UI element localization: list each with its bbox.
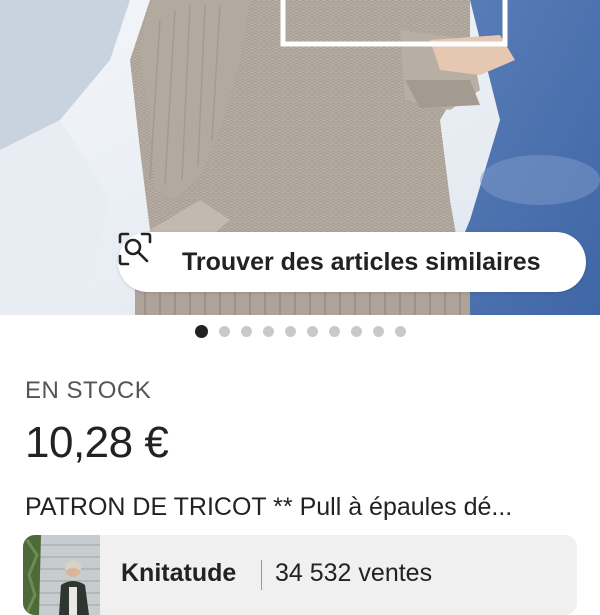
carousel-dot[interactable] bbox=[372, 326, 384, 337]
carousel-dot[interactable] bbox=[394, 326, 406, 337]
carousel-dot[interactable] bbox=[262, 326, 274, 337]
carousel-dot[interactable] bbox=[240, 326, 252, 337]
product-image[interactable]: Trouver des articles similaires bbox=[0, 0, 600, 315]
shop-sales-count: 34 532 ventes bbox=[275, 559, 433, 587]
carousel-dot[interactable] bbox=[328, 326, 340, 337]
visual-search-icon bbox=[118, 232, 170, 280]
image-carousel-indicator bbox=[0, 325, 600, 340]
shop-name[interactable]: Knitatude bbox=[121, 559, 236, 588]
shop-divider bbox=[261, 560, 262, 590]
find-similar-button[interactable]: Trouver des articles similaires bbox=[118, 232, 586, 292]
find-similar-label: Trouver des articles similaires bbox=[182, 247, 541, 276]
carousel-dot-active[interactable] bbox=[194, 325, 208, 338]
product-title[interactable]: PATRON DE TRICOT ** Pull à épaules dé... bbox=[25, 493, 585, 522]
carousel-dot[interactable] bbox=[350, 326, 362, 337]
carousel-dot[interactable] bbox=[218, 326, 230, 337]
shop-avatar[interactable] bbox=[23, 535, 100, 615]
carousel-dot[interactable] bbox=[284, 326, 296, 337]
carousel-dot[interactable] bbox=[306, 326, 318, 337]
product-price: 10,28 € bbox=[25, 418, 169, 467]
stock-status: EN STOCK bbox=[25, 377, 152, 404]
shop-card[interactable]: Knitatude 34 532 ventes bbox=[23, 535, 577, 615]
